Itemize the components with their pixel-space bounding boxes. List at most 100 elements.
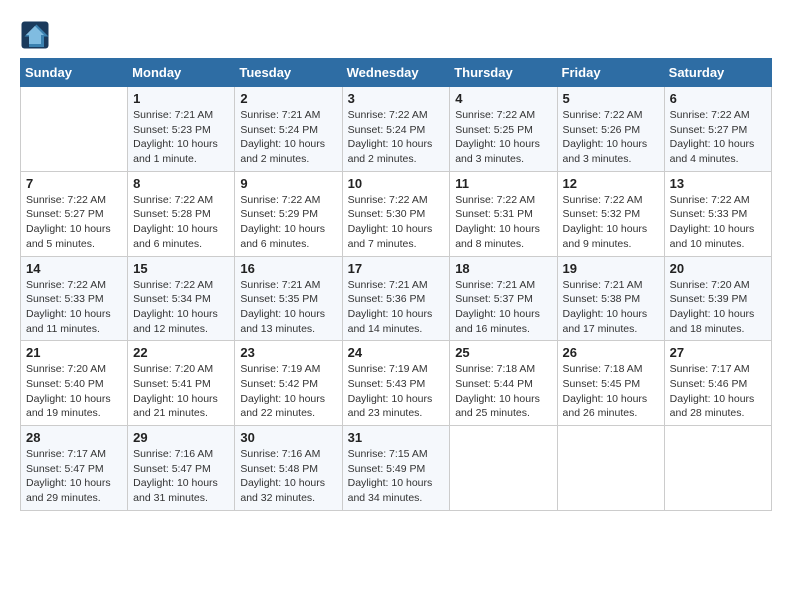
day-number: 10 [348,176,445,191]
day-number: 30 [240,430,336,445]
calendar-cell: 2Sunrise: 7:21 AM Sunset: 5:24 PM Daylig… [235,87,342,172]
calendar-cell: 17 Sunrise: 7:21 AM Sunset: 5:36 PM Dayli… [342,256,450,341]
weekday-header-wednesday: Wednesday [342,59,450,87]
week-row-2: 14 Sunrise: 7:22 AM Sunset: 5:33 PM Dayli… [21,256,772,341]
day-number: 25 [455,345,551,360]
calendar-cell [557,426,664,511]
day-number: 15 [133,261,229,276]
cell-content: Sunrise: 7:20 AM Sunset: 5:39 PM Dayligh… [670,278,766,337]
day-number: 27 [670,345,766,360]
day-number: 7 [26,176,122,191]
day-number: 19 [563,261,659,276]
day-number: 18 [455,261,551,276]
day-number: 22 [133,345,229,360]
week-row-4: 28Sunrise: 7:17 AM Sunset: 5:47 PM Dayli… [21,426,772,511]
calendar-cell: 8 Sunrise: 7:22 AM Sunset: 5:28 PM Daylig… [128,171,235,256]
day-number: 3 [348,91,445,106]
day-number: 31 [348,430,445,445]
day-number: 21 [26,345,122,360]
day-number: 28 [26,430,122,445]
calendar-cell: 4Sunrise: 7:22 AM Sunset: 5:25 PM Daylig… [450,87,557,172]
day-number: 11 [455,176,551,191]
cell-content: Sunrise: 7:21 AM Sunset: 5:35 PM Dayligh… [240,278,336,337]
cell-content: Sunrise: 7:17 AM Sunset: 5:46 PM Dayligh… [670,362,766,421]
cell-content: Sunrise: 7:22 AM Sunset: 5:33 PM Dayligh… [26,278,122,337]
day-number: 20 [670,261,766,276]
day-number: 6 [670,91,766,106]
day-number: 5 [563,91,659,106]
weekday-header-tuesday: Tuesday [235,59,342,87]
day-number: 12 [563,176,659,191]
calendar-cell: 22 Sunrise: 7:20 AM Sunset: 5:41 PM Dayli… [128,341,235,426]
cell-content: Sunrise: 7:22 AM Sunset: 5:32 PM Dayligh… [563,193,659,252]
calendar-cell: 30 Sunrise: 7:16 AM Sunset: 5:48 PM Dayli… [235,426,342,511]
cell-content: Sunrise: 7:22 AM Sunset: 5:27 PM Dayligh… [26,193,122,252]
calendar-cell: 23Sunrise: 7:19 AM Sunset: 5:42 PM Dayli… [235,341,342,426]
weekday-header-saturday: Saturday [664,59,771,87]
cell-content: Sunrise: 7:21 AM Sunset: 5:23 PM Dayligh… [133,108,229,167]
calendar-cell: 5 Sunrise: 7:22 AM Sunset: 5:26 PM Daylig… [557,87,664,172]
cell-content: Sunrise: 7:21 AM Sunset: 5:37 PM Dayligh… [455,278,551,337]
calendar-cell [450,426,557,511]
day-number: 23 [240,345,336,360]
cell-content: Sunrise: 7:20 AM Sunset: 5:40 PM Dayligh… [26,362,122,421]
cell-content: Sunrise: 7:22 AM Sunset: 5:28 PM Dayligh… [133,193,229,252]
logo-icon [20,20,50,50]
day-number: 24 [348,345,445,360]
weekday-header-sunday: Sunday [21,59,128,87]
logo [20,20,54,50]
day-number: 17 [348,261,445,276]
calendar-cell: 27 Sunrise: 7:17 AM Sunset: 5:46 PM Dayli… [664,341,771,426]
calendar-cell: 31 Sunrise: 7:15 AM Sunset: 5:49 PM Dayli… [342,426,450,511]
week-row-0: 1 Sunrise: 7:21 AM Sunset: 5:23 PM Daylig… [21,87,772,172]
day-number: 9 [240,176,336,191]
calendar-cell: 1 Sunrise: 7:21 AM Sunset: 5:23 PM Daylig… [128,87,235,172]
cell-content: Sunrise: 7:22 AM Sunset: 5:30 PM Dayligh… [348,193,445,252]
weekday-header-row: SundayMondayTuesdayWednesdayThursdayFrid… [21,59,772,87]
day-number: 14 [26,261,122,276]
week-row-3: 21 Sunrise: 7:20 AM Sunset: 5:40 PM Dayli… [21,341,772,426]
cell-content: Sunrise: 7:22 AM Sunset: 5:26 PM Dayligh… [563,108,659,167]
day-number: 2 [240,91,336,106]
calendar-cell [664,426,771,511]
calendar-cell: 20 Sunrise: 7:20 AM Sunset: 5:39 PM Dayli… [664,256,771,341]
cell-content: Sunrise: 7:16 AM Sunset: 5:48 PM Dayligh… [240,447,336,506]
cell-content: Sunrise: 7:16 AM Sunset: 5:47 PM Dayligh… [133,447,229,506]
calendar-cell: 15 Sunrise: 7:22 AM Sunset: 5:34 PM Dayli… [128,256,235,341]
day-number: 13 [670,176,766,191]
cell-content: Sunrise: 7:15 AM Sunset: 5:49 PM Dayligh… [348,447,445,506]
calendar-cell: 6Sunrise: 7:22 AM Sunset: 5:27 PM Daylig… [664,87,771,172]
day-number: 8 [133,176,229,191]
calendar-cell: 13 Sunrise: 7:22 AM Sunset: 5:33 PM Dayli… [664,171,771,256]
calendar-cell: 14 Sunrise: 7:22 AM Sunset: 5:33 PM Dayli… [21,256,128,341]
weekday-header-monday: Monday [128,59,235,87]
calendar-cell: 24Sunrise: 7:19 AM Sunset: 5:43 PM Dayli… [342,341,450,426]
calendar-cell: 18 Sunrise: 7:21 AM Sunset: 5:37 PM Dayli… [450,256,557,341]
calendar-cell: 3Sunrise: 7:22 AM Sunset: 5:24 PM Daylig… [342,87,450,172]
week-row-1: 7 Sunrise: 7:22 AM Sunset: 5:27 PM Daylig… [21,171,772,256]
cell-content: Sunrise: 7:21 AM Sunset: 5:36 PM Dayligh… [348,278,445,337]
calendar-cell: 11Sunrise: 7:22 AM Sunset: 5:31 PM Dayli… [450,171,557,256]
page-wrapper: SundayMondayTuesdayWednesdayThursdayFrid… [20,20,772,511]
day-number: 1 [133,91,229,106]
weekday-header-friday: Friday [557,59,664,87]
calendar-cell: 16 Sunrise: 7:21 AM Sunset: 5:35 PM Dayli… [235,256,342,341]
day-number: 16 [240,261,336,276]
calendar-cell: 25Sunrise: 7:18 AM Sunset: 5:44 PM Dayli… [450,341,557,426]
cell-content: Sunrise: 7:22 AM Sunset: 5:33 PM Dayligh… [670,193,766,252]
day-number: 26 [563,345,659,360]
calendar-cell: 28Sunrise: 7:17 AM Sunset: 5:47 PM Dayli… [21,426,128,511]
cell-content: Sunrise: 7:20 AM Sunset: 5:41 PM Dayligh… [133,362,229,421]
cell-content: Sunrise: 7:18 AM Sunset: 5:45 PM Dayligh… [563,362,659,421]
calendar-cell: 10 Sunrise: 7:22 AM Sunset: 5:30 PM Dayli… [342,171,450,256]
cell-content: Sunrise: 7:22 AM Sunset: 5:25 PM Dayligh… [455,108,551,167]
calendar-cell: 12 Sunrise: 7:22 AM Sunset: 5:32 PM Dayli… [557,171,664,256]
cell-content: Sunrise: 7:22 AM Sunset: 5:34 PM Dayligh… [133,278,229,337]
cell-content: Sunrise: 7:22 AM Sunset: 5:29 PM Dayligh… [240,193,336,252]
day-number: 29 [133,430,229,445]
calendar-cell: 29 Sunrise: 7:16 AM Sunset: 5:47 PM Dayli… [128,426,235,511]
calendar-cell: 21 Sunrise: 7:20 AM Sunset: 5:40 PM Dayli… [21,341,128,426]
header [20,20,772,50]
calendar-cell: 9 Sunrise: 7:22 AM Sunset: 5:29 PM Daylig… [235,171,342,256]
cell-content: Sunrise: 7:21 AM Sunset: 5:38 PM Dayligh… [563,278,659,337]
